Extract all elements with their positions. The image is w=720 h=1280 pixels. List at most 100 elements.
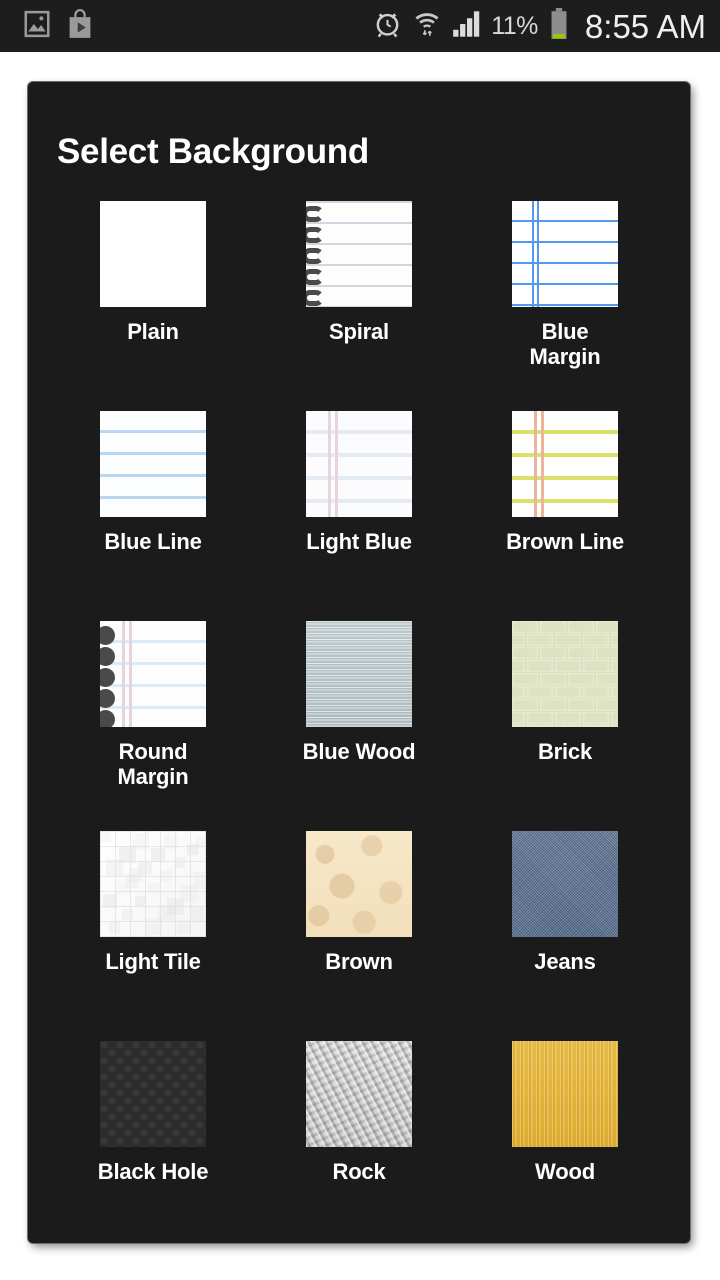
light-tile-swatch[interactable] bbox=[100, 831, 206, 937]
tile bbox=[109, 922, 120, 933]
brick bbox=[611, 712, 618, 724]
brick bbox=[583, 712, 609, 724]
background-option-black-hole[interactable]: Black Hole bbox=[50, 1041, 256, 1243]
tile bbox=[100, 831, 111, 842]
brick bbox=[540, 725, 566, 727]
brown-line-paper-swatch[interactable] bbox=[512, 411, 618, 517]
tile bbox=[190, 907, 204, 921]
brick bbox=[596, 647, 618, 659]
background-option-label: Round Margin bbox=[117, 739, 189, 789]
brick bbox=[568, 673, 594, 685]
background-option-spiral[interactable]: Spiral bbox=[256, 201, 462, 411]
brick bbox=[512, 699, 538, 711]
margin-line bbox=[122, 621, 125, 727]
background-option-label: Light Blue bbox=[306, 529, 412, 554]
tile bbox=[122, 909, 133, 920]
page-title: Select Background bbox=[57, 132, 369, 171]
margin-line bbox=[534, 411, 537, 517]
background-option-light-blue[interactable]: Light Blue bbox=[256, 411, 462, 621]
wood-texture-swatch[interactable] bbox=[512, 1041, 618, 1147]
tile bbox=[151, 848, 165, 862]
brick bbox=[512, 673, 538, 685]
brick bbox=[555, 634, 581, 646]
background-option-label: Spiral bbox=[329, 319, 389, 344]
margin-line bbox=[335, 411, 338, 517]
brick bbox=[512, 686, 525, 698]
brick bbox=[596, 725, 618, 727]
brick bbox=[540, 621, 566, 633]
select-background-dialog: Select Background Plain Spiral Blue Margin… bbox=[28, 82, 690, 1243]
background-option-label: Light Tile bbox=[105, 949, 201, 974]
spiral-rings bbox=[306, 201, 332, 307]
background-option-blue-margin[interactable]: Blue Margin bbox=[462, 201, 668, 411]
background-grid: Plain Spiral Blue Margin Blue Line Light Blu… bbox=[28, 201, 690, 1243]
brick bbox=[555, 712, 581, 724]
black-hole-swatch[interactable] bbox=[100, 1041, 206, 1147]
tile bbox=[174, 857, 185, 868]
brick bbox=[540, 699, 566, 711]
background-option-label: Rock bbox=[332, 1159, 386, 1184]
round-margin-swatch[interactable] bbox=[100, 621, 206, 727]
wifi-icon bbox=[413, 9, 441, 43]
background-option-light-tile[interactable]: Light Tile bbox=[50, 831, 256, 1041]
punch-hole bbox=[100, 647, 115, 666]
light-blue-paper-swatch[interactable] bbox=[306, 411, 412, 517]
status-bar-notification-icons bbox=[22, 8, 94, 44]
brick bbox=[512, 634, 525, 646]
margin-line bbox=[532, 201, 534, 307]
background-option-label: Blue Wood bbox=[302, 739, 416, 764]
margin-line bbox=[541, 411, 544, 517]
background-option-blue-line[interactable]: Blue Line bbox=[50, 411, 256, 621]
brick bbox=[611, 634, 618, 646]
signal-icon bbox=[452, 10, 482, 43]
tile bbox=[106, 859, 123, 876]
blue-wood-swatch[interactable] bbox=[306, 621, 412, 727]
background-option-label: Black Hole bbox=[97, 1159, 209, 1184]
punch-hole bbox=[100, 689, 115, 708]
brick bbox=[583, 660, 609, 672]
background-option-round-margin[interactable]: Round Margin bbox=[50, 621, 256, 831]
brick bbox=[611, 660, 618, 672]
spiral-ring bbox=[306, 290, 324, 306]
brick bbox=[512, 725, 538, 727]
background-option-plain[interactable]: Plain bbox=[50, 201, 256, 411]
tile bbox=[161, 870, 172, 881]
margin-line bbox=[328, 411, 331, 517]
tile bbox=[177, 920, 191, 934]
punch-hole bbox=[100, 626, 115, 645]
background-option-brown-line[interactable]: Brown Line bbox=[462, 411, 668, 621]
tile bbox=[135, 896, 146, 907]
background-option-brick[interactable]: Brick bbox=[462, 621, 668, 831]
punch-hole bbox=[100, 668, 115, 687]
tile bbox=[138, 861, 152, 875]
brick bbox=[568, 647, 594, 659]
brick bbox=[512, 647, 538, 659]
rock-texture-swatch[interactable] bbox=[306, 1041, 412, 1147]
background-option-label: Brown bbox=[325, 949, 393, 974]
brick bbox=[540, 647, 566, 659]
background-option-label: Plain bbox=[127, 319, 179, 344]
jeans-denim-swatch[interactable] bbox=[512, 831, 618, 937]
spiral-ring bbox=[306, 248, 324, 264]
background-option-label: Brick bbox=[537, 739, 593, 764]
brick-swatch[interactable] bbox=[512, 621, 618, 727]
background-option-blue-wood[interactable]: Blue Wood bbox=[256, 621, 462, 831]
plain-paper-swatch[interactable] bbox=[100, 201, 206, 307]
punch-hole bbox=[100, 710, 115, 727]
blue-margin-paper-swatch[interactable] bbox=[512, 201, 618, 307]
battery-percent-label: 11% bbox=[491, 11, 538, 40]
background-option-label: Blue Margin bbox=[529, 319, 601, 369]
brown-texture-swatch[interactable] bbox=[306, 831, 412, 937]
spiral-notebook-swatch[interactable] bbox=[306, 201, 412, 307]
status-bar: 11% 8:55 AM bbox=[0, 0, 720, 52]
background-option-brown[interactable]: Brown bbox=[256, 831, 462, 1041]
blue-line-paper-swatch[interactable] bbox=[100, 411, 206, 517]
background-option-jeans[interactable]: Jeans bbox=[462, 831, 668, 1041]
background-option-rock[interactable]: Rock bbox=[256, 1041, 462, 1243]
brick bbox=[555, 686, 581, 698]
margin-line bbox=[537, 201, 539, 307]
background-option-wood[interactable]: Wood bbox=[462, 1041, 668, 1243]
margin-line bbox=[129, 621, 132, 727]
brick bbox=[583, 634, 609, 646]
brick bbox=[596, 621, 618, 633]
